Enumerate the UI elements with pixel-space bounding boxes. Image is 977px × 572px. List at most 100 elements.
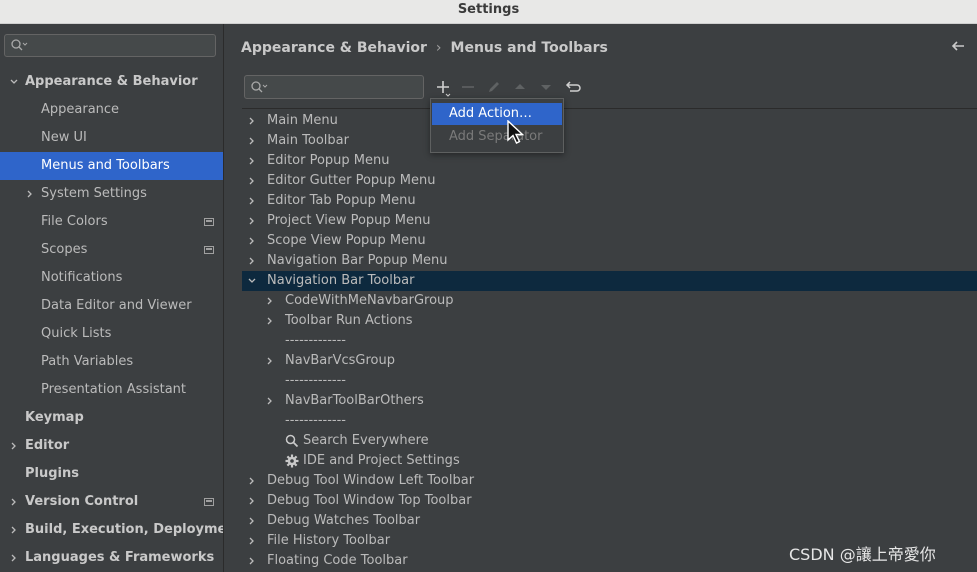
sidebar-item-editor[interactable]: Editor	[0, 432, 223, 460]
sidebar-item-build-execution[interactable]: Build, Execution, Deployment	[0, 516, 224, 544]
chevron-right-icon[interactable]	[247, 136, 257, 146]
chevron-right-icon[interactable]	[9, 525, 19, 535]
tree-item-label: NavBarToolBarOthers	[285, 393, 424, 408]
project-level-icon	[204, 498, 214, 506]
tree-item-editor-tab-popup[interactable]: Editor Tab Popup Menu	[242, 191, 977, 211]
chevron-right-icon[interactable]	[265, 316, 275, 326]
chevron-down-icon[interactable]	[247, 276, 257, 286]
tree-item-separator[interactable]: -------------	[242, 411, 977, 431]
tree-item-debug-top-toolbar[interactable]: Debug Tool Window Top Toolbar	[242, 491, 977, 511]
breadcrumb-current: Menus and Toolbars	[450, 40, 608, 56]
tree-item-navigation-bar-popup[interactable]: Navigation Bar Popup Menu	[242, 251, 977, 271]
window-title-bar: Settings	[0, 0, 977, 24]
tree-item-ide-project-settings[interactable]: IDE and Project Settings	[242, 451, 977, 471]
chevron-right-icon[interactable]	[9, 553, 19, 563]
restore-icon[interactable]	[563, 77, 583, 97]
move-down-icon[interactable]	[536, 77, 556, 97]
tree-item-codewithme-navbar-group[interactable]: CodeWithMeNavbarGroup	[242, 291, 977, 311]
tree-item-main-menu[interactable]: Main Menu	[242, 111, 977, 131]
sidebar-item-notifications[interactable]: Notifications	[0, 264, 223, 292]
tree-item-editor-popup[interactable]: Editor Popup Menu	[242, 151, 977, 171]
actions-search-input[interactable]	[269, 79, 419, 96]
remove-icon[interactable]	[458, 77, 478, 97]
menu-item-add-separator[interactable]: Add Separator	[432, 126, 562, 148]
sidebar-item-path-variables[interactable]: Path Variables	[0, 348, 223, 376]
tree-item-search-everywhere[interactable]: Search Everywhere	[242, 431, 977, 451]
tree-item-project-view-popup[interactable]: Project View Popup Menu	[242, 211, 977, 231]
tree-item-label: Editor Gutter Popup Menu	[267, 173, 436, 188]
sidebar-item-menus-toolbars[interactable]: Menus and Toolbars	[0, 152, 223, 180]
sidebar-item-label: Notifications	[41, 270, 123, 285]
tree-item-navigation-bar-toolbar[interactable]: Navigation Bar Toolbar	[242, 271, 977, 291]
tree-item-label: Debug Tool Window Left Toolbar	[267, 473, 475, 488]
chevron-right-icon[interactable]	[247, 196, 257, 206]
sidebar-item-languages-frameworks[interactable]: Languages & Frameworks	[0, 544, 223, 572]
chevron-right-icon[interactable]	[9, 441, 19, 451]
move-up-icon[interactable]	[510, 77, 530, 97]
chevron-right-icon[interactable]	[265, 356, 275, 366]
tree-item-separator[interactable]: -------------	[242, 371, 977, 391]
tree-item-label: Floating Code Toolbar	[267, 553, 408, 568]
chevron-right-icon[interactable]	[247, 236, 257, 246]
separator-label: -------------	[285, 333, 346, 348]
tree-item-main-toolbar[interactable]: Main Toolbar	[242, 131, 977, 151]
sidebar-item-quick-lists[interactable]: Quick Lists	[0, 320, 223, 348]
sidebar-item-system-settings[interactable]: System Settings	[0, 180, 223, 208]
chevron-right-icon[interactable]	[247, 156, 257, 166]
separator-label: -------------	[285, 413, 346, 428]
chevron-right-icon[interactable]	[247, 116, 257, 126]
settings-search[interactable]	[4, 34, 216, 57]
chevron-right-icon[interactable]	[9, 497, 19, 507]
tree-item-editor-gutter-popup[interactable]: Editor Gutter Popup Menu	[242, 171, 977, 191]
sidebar-item-appearance[interactable]: Appearance	[0, 96, 223, 124]
tree-item-debug-watches-toolbar[interactable]: Debug Watches Toolbar	[242, 511, 977, 531]
add-icon[interactable]	[433, 77, 453, 97]
breadcrumb-parent[interactable]: Appearance & Behavior	[241, 40, 427, 56]
chevron-right-icon[interactable]	[247, 536, 257, 546]
chevron-right-icon[interactable]	[265, 296, 275, 306]
tree-item-navbar-vcs-group[interactable]: NavBarVcsGroup	[242, 351, 977, 371]
chevron-right-icon[interactable]	[247, 216, 257, 226]
sidebar-item-label: Build, Execution, Deployment	[25, 522, 224, 537]
add-action-popup-menu: Add Action… Add Separator	[430, 98, 564, 153]
tree-item-debug-left-toolbar[interactable]: Debug Tool Window Left Toolbar	[242, 471, 977, 491]
sidebar-item-presentation-assistant[interactable]: Presentation Assistant	[0, 376, 223, 404]
menu-item-add-action[interactable]: Add Action…	[432, 103, 562, 125]
chevron-right-icon[interactable]	[247, 496, 257, 506]
chevron-down-icon[interactable]	[9, 77, 19, 87]
tree-item-label: Main Toolbar	[267, 133, 349, 148]
chevron-right-icon[interactable]	[247, 516, 257, 526]
sidebar-item-plugins[interactable]: Plugins	[0, 460, 223, 488]
chevron-right-icon[interactable]	[25, 189, 35, 199]
tree-item-scope-view-popup[interactable]: Scope View Popup Menu	[242, 231, 977, 251]
project-level-icon	[204, 246, 214, 254]
sidebar-item-new-ui[interactable]: New UI	[0, 124, 223, 152]
tree-item-label: Project View Popup Menu	[267, 213, 431, 228]
sidebar-item-appearance-behavior[interactable]: Appearance & Behavior	[0, 68, 223, 96]
sidebar-item-label: New UI	[41, 130, 87, 145]
sidebar-item-keymap[interactable]: Keymap	[0, 404, 223, 432]
tree-item-toolbar-run-actions[interactable]: Toolbar Run Actions	[242, 311, 977, 331]
back-arrow-icon[interactable]	[949, 38, 967, 54]
sidebar-item-label: Languages & Frameworks	[25, 550, 215, 565]
sidebar-item-version-control[interactable]: Version Control	[0, 488, 223, 516]
chevron-right-icon[interactable]	[247, 556, 257, 566]
sidebar-item-label: Appearance	[41, 102, 120, 117]
mouse-cursor-icon	[507, 120, 525, 144]
tree-item-label: Debug Tool Window Top Toolbar	[267, 493, 472, 508]
edit-icon[interactable]	[484, 77, 504, 97]
tree-item-label: Toolbar Run Actions	[285, 313, 413, 328]
actions-tree[interactable]: Main Menu Main Toolbar Editor Popup Menu…	[242, 108, 977, 572]
chevron-right-icon[interactable]	[247, 476, 257, 486]
tree-item-navbar-toolbar-others[interactable]: NavBarToolBarOthers	[242, 391, 977, 411]
sidebar-item-label: Keymap	[25, 410, 84, 425]
chevron-right-icon[interactable]	[265, 396, 275, 406]
sidebar-item-file-colors[interactable]: File Colors	[0, 208, 223, 236]
sidebar-item-data-editor[interactable]: Data Editor and Viewer	[0, 292, 223, 320]
sidebar-item-scopes[interactable]: Scopes	[0, 236, 223, 264]
settings-search-input[interactable]	[29, 37, 209, 54]
chevron-right-icon[interactable]	[247, 256, 257, 266]
actions-search[interactable]	[244, 75, 424, 99]
tree-item-separator[interactable]: -------------	[242, 331, 977, 351]
chevron-right-icon[interactable]	[247, 176, 257, 186]
